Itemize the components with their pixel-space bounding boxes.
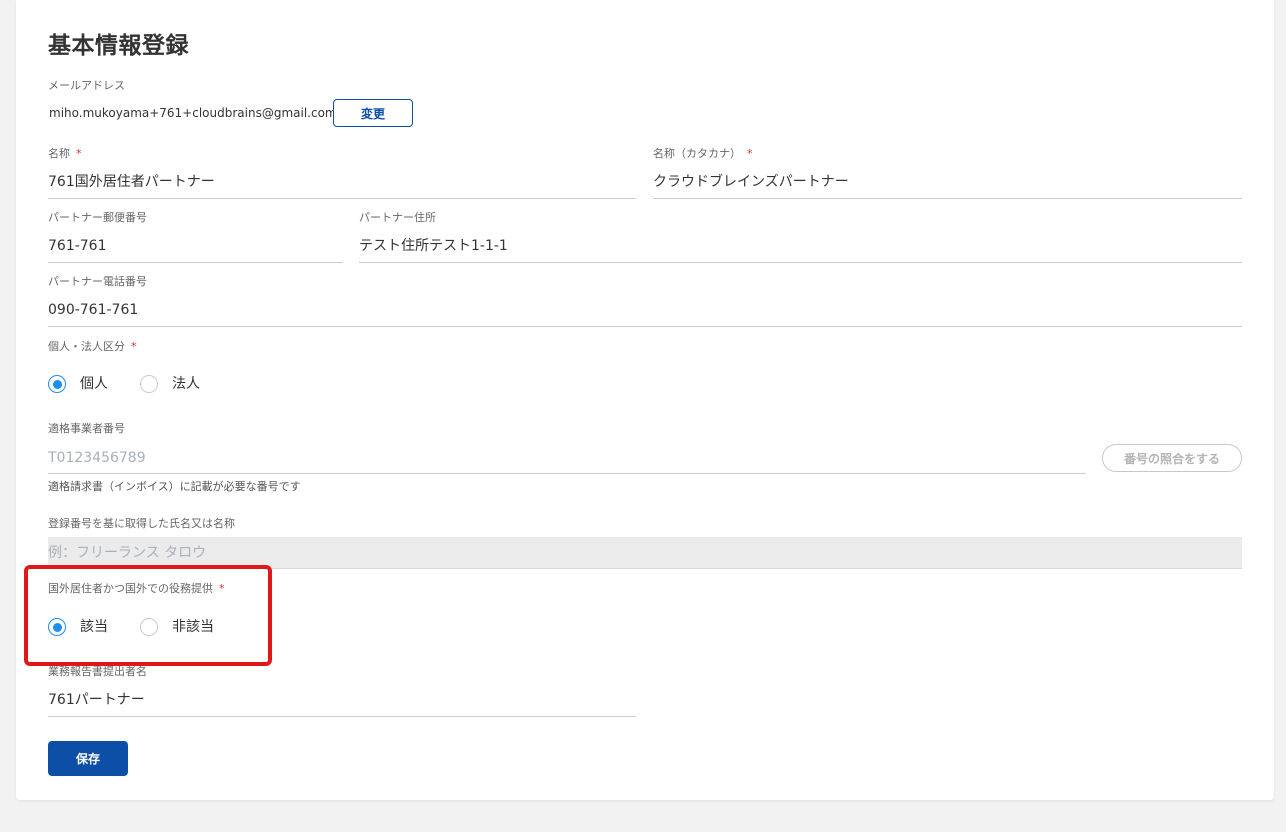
name-required-mark: * — [76, 147, 82, 160]
radio-not-applicable[interactable]: 非該当 — [140, 617, 214, 637]
postal-label: パートナー郵便番号 — [48, 211, 147, 224]
report-submitter-input[interactable]: 761パートナー — [48, 689, 145, 711]
name-kana-label: 名称（カタカナ） * — [653, 146, 753, 162]
radio-not-applicable-circle[interactable] — [140, 618, 158, 636]
name-kana-label-text: 名称（カタカナ） — [653, 147, 741, 160]
overseas-label-text: 国外居住者かつ国外での役務提供 — [48, 582, 213, 595]
radio-corporation[interactable]: 法人 — [140, 374, 200, 394]
radio-applicable-circle[interactable] — [48, 618, 66, 636]
invoice-number-input[interactable]: T0123456789 — [48, 447, 146, 469]
address-input-underline — [359, 262, 1242, 263]
report-submitter-input-underline — [48, 716, 636, 717]
postal-input-underline — [48, 262, 343, 263]
phone-input-underline — [48, 326, 1242, 327]
postal-input[interactable]: 761-761 — [48, 235, 107, 257]
radio-corporation-circle[interactable] — [140, 375, 158, 393]
radio-applicable-label: 該当 — [80, 619, 108, 635]
page-title: 基本情報登録 — [48, 33, 189, 59]
radio-individual-circle[interactable] — [48, 375, 66, 393]
report-submitter-label: 業務報告書提出者名 — [48, 665, 147, 678]
registered-name-label: 登録番号を基に取得した氏名又は名称 — [48, 517, 235, 530]
invoice-number-label: 適格事業者番号 — [48, 422, 125, 435]
name-input-underline — [48, 198, 636, 199]
name-label-text: 名称 — [48, 147, 70, 160]
radio-corporation-label: 法人 — [172, 376, 200, 392]
email-label: メールアドレス — [48, 79, 125, 92]
registered-name-field: 例：フリーランス タロウ — [48, 537, 1242, 569]
save-button[interactable]: 保存 — [48, 741, 128, 776]
email-value: miho.mukoyama+761+cloudbrains@gmail.com — [49, 106, 337, 120]
entity-type-label-text: 個人・法人区分 — [48, 340, 125, 353]
radio-individual[interactable]: 個人 — [48, 374, 108, 394]
overseas-label: 国外居住者かつ国外での役務提供 * — [48, 581, 225, 597]
name-kana-input-underline — [653, 198, 1242, 199]
name-label: 名称 * — [48, 146, 82, 162]
entity-type-required-mark: * — [131, 340, 137, 353]
invoice-number-helper: 適格請求書（インボイス）に記載が必要な番号です — [48, 480, 301, 493]
name-kana-input[interactable]: クラウドブレインズパートナー — [653, 171, 849, 193]
radio-individual-label: 個人 — [80, 376, 108, 392]
name-input[interactable]: 761国外居住者パートナー — [48, 171, 215, 193]
address-input[interactable]: テスト住所テスト1-1-1 — [359, 235, 508, 257]
change-email-button[interactable]: 変更 — [333, 99, 413, 127]
invoice-number-input-underline — [48, 473, 1086, 474]
entity-type-label: 個人・法人区分 * — [48, 339, 137, 355]
verify-number-button[interactable]: 番号の照合をする — [1102, 444, 1242, 472]
address-label: パートナー住所 — [359, 211, 436, 224]
phone-label: パートナー電話番号 — [48, 275, 147, 288]
registered-name-placeholder: 例：フリーランス タロウ — [48, 545, 207, 561]
basic-info-form: 基本情報登録 メールアドレス miho.mukoyama+761+cloudbr… — [16, 0, 1274, 800]
overseas-required-mark: * — [219, 582, 225, 595]
phone-input[interactable]: 090-761-761 — [48, 299, 138, 321]
name-kana-required-mark: * — [747, 147, 753, 160]
radio-applicable[interactable]: 該当 — [48, 617, 108, 637]
radio-not-applicable-label: 非該当 — [172, 619, 214, 635]
